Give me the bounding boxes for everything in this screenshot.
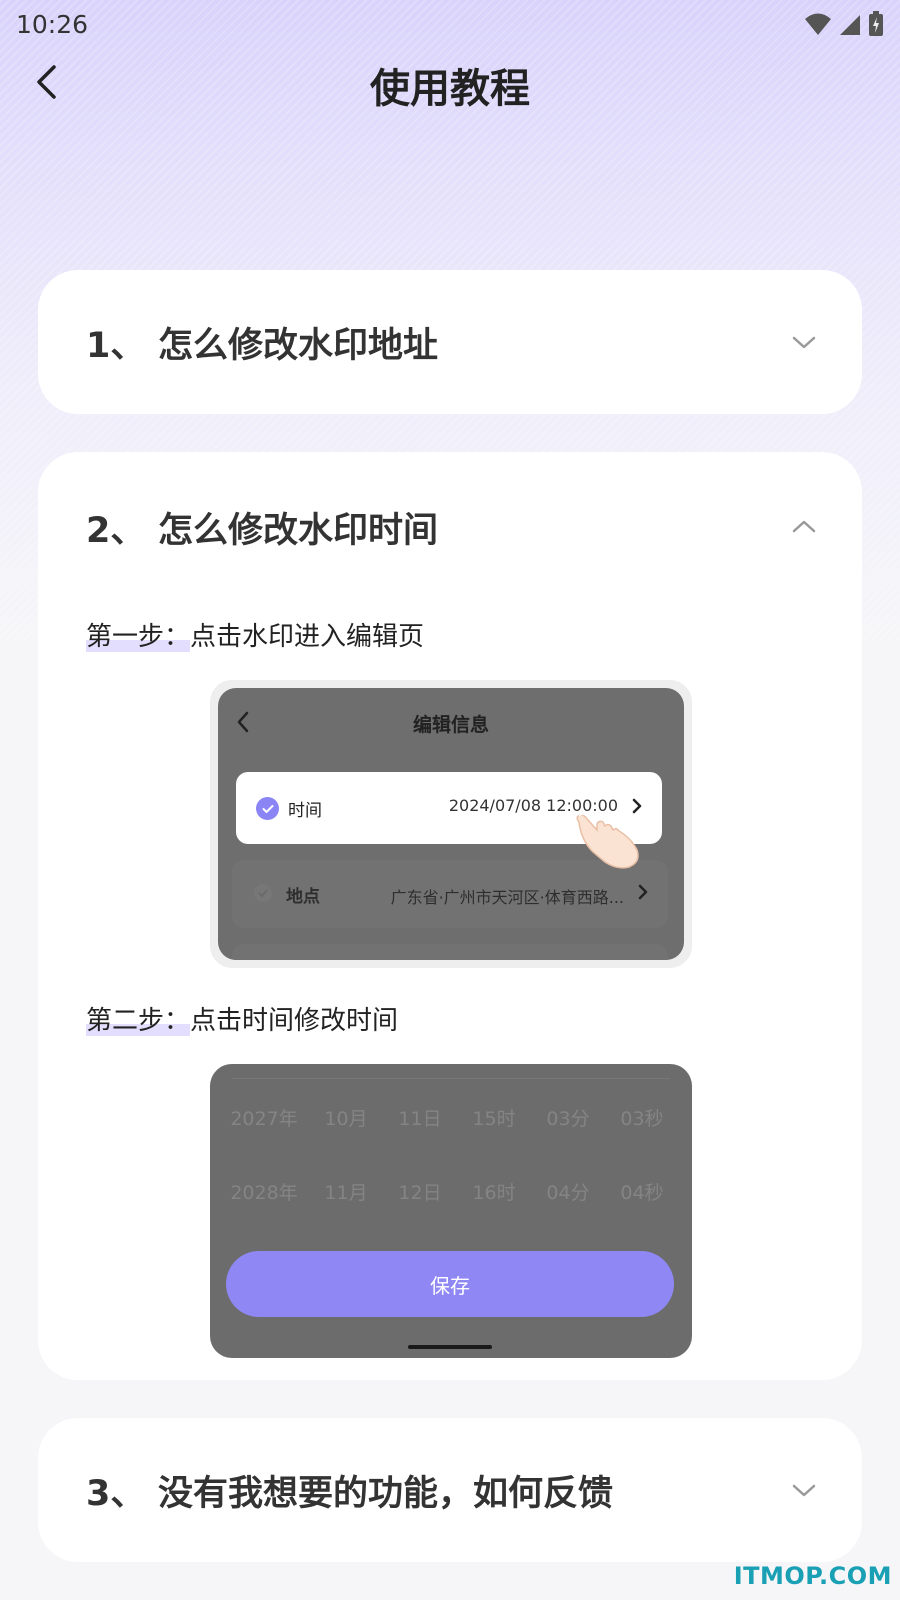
watermark-text: ITMOP.COM [733, 1562, 892, 1590]
picker-cell: 2028年 [230, 1182, 298, 1204]
picker-cell: 12日 [398, 1182, 442, 1204]
picker-cell: 03分 [546, 1108, 590, 1130]
picker-cell: 11月 [324, 1182, 368, 1204]
picker-row-1: 2027年 10月 11日 15时 03分 03秒 [210, 1104, 692, 1134]
chevron-down-icon[interactable] [790, 332, 818, 352]
page-title: 使用教程 [370, 66, 530, 112]
picker-cell: 11日 [398, 1108, 442, 1130]
app-header: 使用教程 [0, 48, 900, 120]
picker-cell: 04秒 [620, 1182, 664, 1204]
faq-header-3[interactable]: 3、 没有我想要的功能，如何反馈 [38, 1418, 862, 1562]
location-row-label: 地点 [286, 887, 320, 907]
picker-cell: 15时 [472, 1108, 516, 1130]
faq-header-1[interactable]: 1、 怎么修改水印地址 [38, 270, 862, 414]
faq-number: 2、 [86, 510, 146, 551]
tap-hand-icon [576, 813, 639, 869]
time-picker-screenshot: 2027年 10月 11日 15时 03分 03秒 2028年 11月 12日 … [210, 1064, 692, 1358]
check-icon [254, 884, 272, 902]
wifi-icon [805, 13, 831, 35]
step-2-prefix: 第二步： [86, 1006, 191, 1036]
home-indicator [408, 1345, 492, 1349]
step-1-prefix: 第一步： [86, 622, 191, 652]
check-icon [256, 797, 279, 820]
edit-page-screen: 编辑信息 时间 2024/07/08 12:00:00 地点 广东省·广州市天河… [218, 688, 684, 960]
picker-cell: 03秒 [620, 1108, 664, 1130]
step-2-text: 点击时间修改时间 [190, 1006, 399, 1036]
picker-row-2: 2028年 11月 12日 16时 04分 04秒 [210, 1178, 692, 1208]
picker-cell: 2027年 [230, 1108, 298, 1130]
chevron-up-icon[interactable] [790, 517, 818, 537]
signal-icon [840, 15, 860, 35]
partial-row [232, 944, 668, 960]
faq-question: 没有我想要的功能，如何反馈 [158, 1473, 614, 1514]
divider [232, 1078, 670, 1079]
faq-header-2[interactable]: 2、 怎么修改水印时间 [38, 452, 862, 602]
picker-cell: 04分 [546, 1182, 590, 1204]
time-row-label: 时间 [288, 801, 322, 821]
faq-card-3[interactable]: 3、 没有我想要的功能，如何反馈 [38, 1418, 862, 1562]
faq-card-1[interactable]: 1、 怎么修改水印地址 [38, 270, 862, 414]
step-1-text: 点击水印进入编辑页 [190, 622, 425, 652]
location-row: 地点 广东省·广州市天河区·体育西路... [232, 860, 668, 928]
faq-card-2: 2、 怎么修改水印时间 第一步：点击水印进入编辑页 编辑信息 时间 2024/0… [38, 452, 862, 1380]
status-icons [804, 11, 884, 37]
faq-number: 1、 [86, 325, 146, 366]
save-button: 保存 [226, 1251, 674, 1317]
chevron-right-icon [638, 884, 648, 900]
chevron-down-icon[interactable] [790, 1480, 818, 1500]
status-time: 10:26 [16, 9, 89, 39]
location-row-value: 广东省·广州市天河区·体育西路... [390, 888, 624, 907]
status-bar: 10:26 [0, 0, 900, 48]
battery-icon [869, 11, 883, 36]
step-1-label: 第一步：点击水印进入编辑页 [86, 616, 424, 653]
faq-number: 3、 [86, 1473, 146, 1514]
faq-question: 怎么修改水印时间 [158, 510, 439, 551]
step-2-label: 第二步：点击时间修改时间 [86, 1000, 398, 1037]
faq-question: 怎么修改水印地址 [158, 325, 439, 366]
edit-page-title: 编辑信息 [412, 714, 489, 736]
picker-cell: 16时 [472, 1182, 516, 1204]
edit-page-screenshot: 编辑信息 时间 2024/07/08 12:00:00 地点 广东省·广州市天河… [210, 680, 692, 968]
picker-cell: 10月 [324, 1108, 368, 1130]
